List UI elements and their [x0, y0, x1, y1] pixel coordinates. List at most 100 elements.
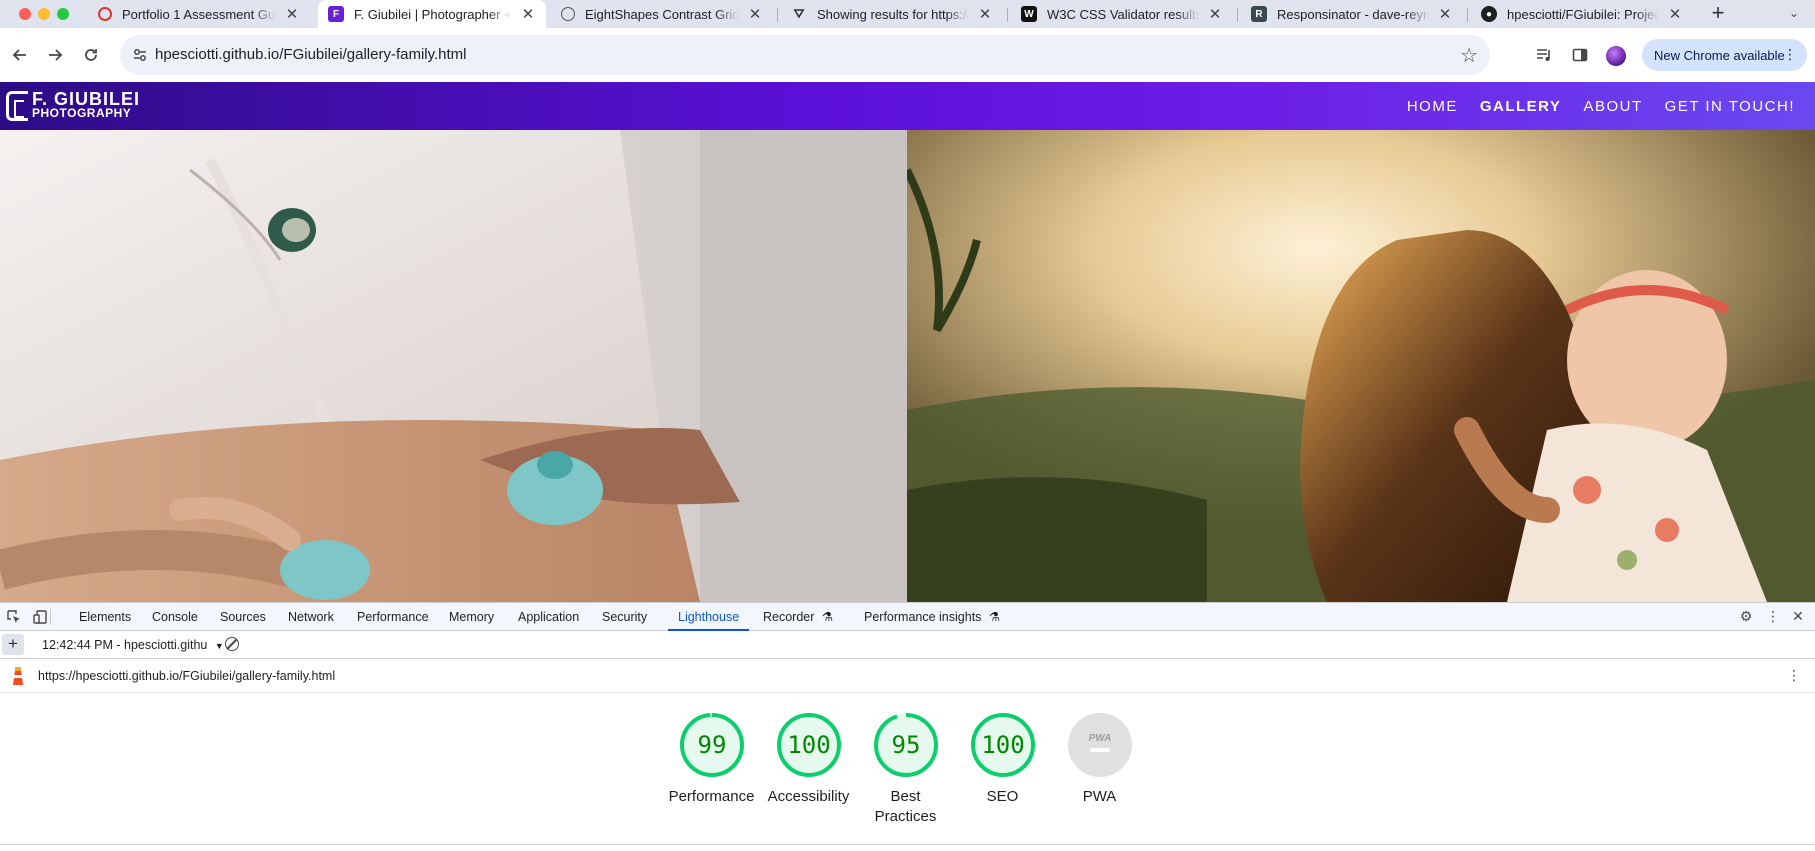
devtools-tab-performance-insights[interactable]: Performance insights ⚗: [862, 603, 1002, 631]
close-tab-icon[interactable]: ✕: [1667, 5, 1683, 23]
recorder-label: Recorder: [763, 610, 815, 624]
fg-logo-icon: F: [328, 6, 344, 22]
browser-tab[interactable]: ⛛ Showing results for https://hpesciotti…: [781, 0, 1003, 28]
profile-avatar[interactable]: [1606, 46, 1626, 66]
gallery-photo-pregnancy[interactable]: [0, 130, 907, 602]
tab-title: hpesciotti/FGiubilei: Project: [1507, 6, 1659, 22]
pwa-badge-text: PWA: [1088, 733, 1111, 744]
inspect-element-icon[interactable]: [6, 609, 22, 625]
gauge-seo[interactable]: 100 SEO: [954, 711, 1051, 827]
devtools-tab-recorder[interactable]: Recorder ⚗: [761, 603, 835, 631]
mother-baby-photo-illustration: [907, 130, 1815, 602]
report-url[interactable]: https://hpesciotti.github.io/FGiubilei/g…: [38, 669, 335, 683]
devtools-tab-network[interactable]: Network: [286, 603, 336, 631]
report-select-label: 12:42:44 PM - hpesciotti.githu: [42, 638, 208, 652]
lighthouse-toolbar: + 12:42:44 PM - hpesciotti.githu ▼: [0, 631, 1815, 659]
devtools-tab-sources[interactable]: Sources: [218, 603, 268, 631]
gauge-label: PWA: [1082, 788, 1117, 805]
performance-insights-label: Performance insights: [864, 610, 982, 624]
site-navbar: F. GIUBILEI PHOTOGRAPHY HOME GALLERY ABO…: [0, 82, 1815, 130]
arrow-right-icon: [49, 49, 63, 61]
close-tab-icon[interactable]: ✕: [520, 5, 536, 23]
report-select[interactable]: 12:42:44 PM - hpesciotti.githu ▼: [42, 638, 224, 652]
globe-icon: [561, 7, 575, 21]
more-vertical-icon[interactable]: ⋮: [1783, 46, 1797, 63]
devtools-tab-console[interactable]: Console: [150, 603, 200, 631]
logo-line1: F. GIUBILEI: [32, 89, 141, 109]
browser-tab[interactable]: ● hpesciotti/FGiubilei: Project ✕: [1471, 0, 1693, 28]
gauge-best-practices[interactable]: 95 Best Practices: [857, 711, 954, 827]
tab-title: Responsinator - dave-reynolds: [1277, 6, 1429, 22]
devtools-tab-security[interactable]: Security: [600, 603, 649, 631]
clear-all-icon[interactable]: [225, 637, 239, 651]
more-vertical-icon[interactable]: ⋮: [1764, 608, 1782, 626]
close-tab-icon[interactable]: ✕: [977, 5, 993, 23]
back-button[interactable]: [5, 40, 35, 70]
gauge-pwa[interactable]: PWA PWA: [1051, 711, 1148, 827]
close-tab-icon[interactable]: ✕: [284, 5, 300, 23]
nav-gallery[interactable]: GALLERY: [1480, 98, 1562, 115]
close-tab-icon[interactable]: ✕: [747, 5, 763, 23]
new-report-button[interactable]: +: [2, 634, 24, 655]
tab-title: W3C CSS Validator results for: [1047, 6, 1199, 22]
score-value: 99: [697, 731, 726, 759]
flask-icon: ⚗: [988, 610, 1001, 624]
bookmark-star-icon[interactable]: ☆: [1460, 43, 1478, 68]
score-value: 100: [981, 731, 1024, 759]
nav-home[interactable]: HOME: [1407, 98, 1458, 115]
forward-button[interactable]: [40, 40, 70, 70]
pwa-badge-icon: PWA: [1067, 713, 1132, 777]
arrow-left-icon: [12, 49, 26, 61]
reload-button[interactable]: [76, 40, 106, 70]
close-window-button[interactable]: [19, 8, 31, 20]
gauge-label: SEO: [986, 788, 1019, 805]
gallery-photo-mother-baby[interactable]: [907, 130, 1815, 602]
gauge-performance[interactable]: 99 Performance: [663, 711, 760, 827]
gauge-accessibility[interactable]: 100 Accessibility: [760, 711, 857, 827]
github-icon: ●: [1481, 6, 1497, 22]
nav-get-in-touch[interactable]: GET IN TOUCH!: [1665, 98, 1795, 115]
devtools-tab-application[interactable]: Application: [516, 603, 581, 631]
logo-line2: PHOTOGRAPHY: [32, 106, 132, 120]
devtools-tab-lighthouse[interactable]: Lighthouse: [668, 603, 750, 631]
new-tab-button[interactable]: +: [1706, 2, 1730, 26]
r-icon: R: [1251, 6, 1267, 22]
browser-tab[interactable]: EightShapes Contrast Grid ✕: [551, 0, 773, 28]
browser-tab[interactable]: R Responsinator - dave-reynolds ✕: [1241, 0, 1463, 28]
media-controls-icon[interactable]: [1530, 41, 1558, 69]
browser-tab[interactable]: W W3C CSS Validator results for ✕: [1011, 0, 1233, 28]
nav-about[interactable]: ABOUT: [1583, 98, 1642, 115]
url-text[interactable]: hpesciotti.github.io/FGiubilei/gallery-f…: [155, 46, 467, 63]
more-vertical-icon[interactable]: ⋮: [1787, 667, 1801, 684]
devtools-tab-memory[interactable]: Memory: [447, 603, 496, 631]
close-tab-icon[interactable]: ✕: [1437, 5, 1453, 23]
side-panel-icon[interactable]: [1566, 41, 1594, 69]
close-tab-icon[interactable]: ✕: [1207, 5, 1223, 23]
site-logo[interactable]: F. GIUBILEI PHOTOGRAPHY: [6, 88, 140, 124]
settings-gear-icon[interactable]: ⚙: [1737, 608, 1755, 626]
browser-tab-active[interactable]: F F. Giubilei | Photographer + Artist ✕: [318, 0, 546, 28]
close-devtools-icon[interactable]: ✕: [1789, 608, 1807, 626]
devtools-tab-performance[interactable]: Performance: [355, 603, 431, 631]
pregnancy-photo-illustration: [0, 130, 907, 602]
devtools-panel: Elements Console Sources Network Perform…: [0, 602, 1815, 851]
new-chrome-available-button[interactable]: New Chrome available ⋮: [1642, 39, 1807, 71]
score-ring: 100: [776, 713, 841, 777]
maximize-window-button[interactable]: [57, 8, 69, 20]
site-nav-links: HOME GALLERY ABOUT GET IN TOUCH!: [1407, 98, 1795, 115]
tab-search-chevron-icon[interactable]: ⌄: [1786, 6, 1802, 22]
devtools-tab-elements[interactable]: Elements: [77, 603, 133, 631]
lighthouse-score-gauges: 99 Performance 100 Accessibility 95 Best…: [663, 711, 1148, 827]
address-bar[interactable]: hpesciotti.github.io/FGiubilei/gallery-f…: [120, 35, 1490, 75]
device-toolbar-icon[interactable]: [33, 609, 49, 625]
minimize-window-button[interactable]: [38, 8, 50, 20]
fg-logo-icon: [6, 91, 28, 121]
wave-icon: ⛛: [793, 6, 805, 21]
site-info-icon[interactable]: [132, 47, 148, 63]
browser-tab[interactable]: Portfolio 1 Assessment Guide ✕: [88, 0, 310, 28]
tab-title: Portfolio 1 Assessment Guide: [122, 6, 276, 22]
gauge-label: Performance: [668, 788, 755, 805]
page-viewport: F. GIUBILEI PHOTOGRAPHY HOME GALLERY ABO…: [0, 82, 1815, 602]
score-ring: 95: [873, 713, 938, 777]
browser-toolbar: hpesciotti.github.io/FGiubilei/gallery-f…: [0, 28, 1815, 82]
